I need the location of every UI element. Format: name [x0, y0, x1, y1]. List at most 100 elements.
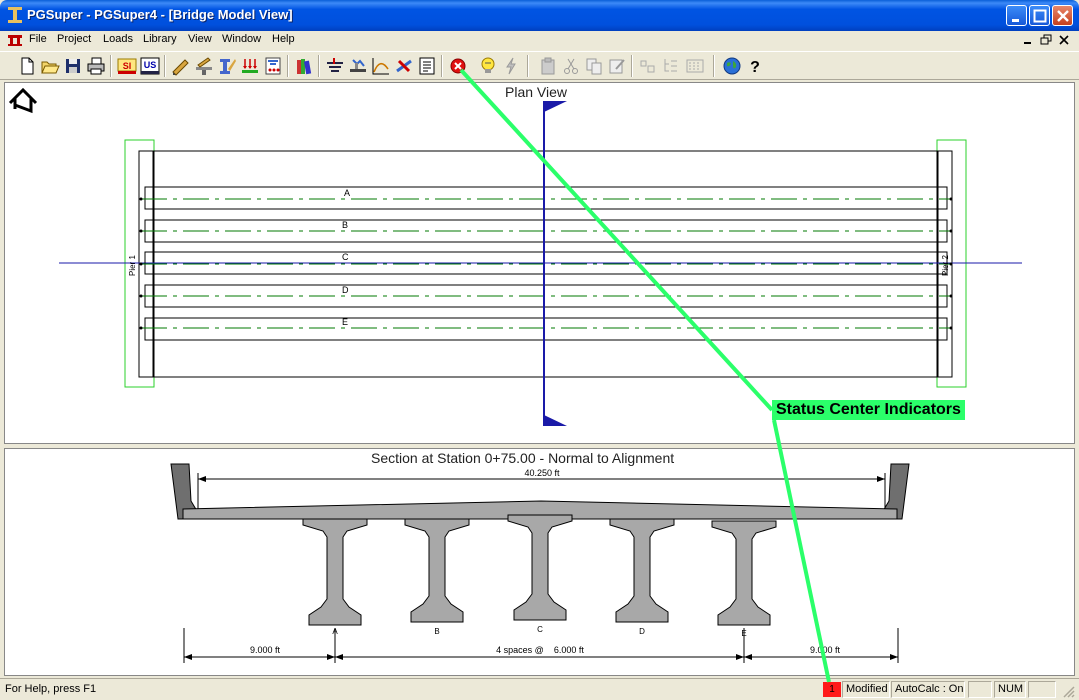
print-button[interactable] — [85, 55, 107, 77]
girder-view-button[interactable] — [324, 55, 346, 77]
lightning-icon — [506, 57, 516, 75]
edit-loads-button[interactable] — [239, 55, 261, 77]
section-girder-d[interactable] — [609, 518, 675, 623]
si-units-button[interactable]: SI — [116, 55, 138, 77]
cut-disabled-button[interactable] — [560, 55, 582, 77]
menu-library[interactable]: Library — [143, 33, 177, 45]
menu-file[interactable]: File — [29, 33, 47, 45]
moment-capacity-button[interactable] — [393, 55, 415, 77]
stability-graph-button[interactable] — [370, 55, 392, 77]
mdi-minimize-icon[interactable] — [1021, 33, 1035, 47]
status-center-icon — [450, 58, 466, 74]
status-bar: For Help, press F1 1 Modified AutoCalc :… — [0, 678, 1079, 700]
toolbar: SI US ? — [0, 51, 1079, 80]
report-button[interactable] — [416, 55, 438, 77]
list-disabled-button[interactable] — [684, 55, 706, 77]
girder-label-e: E — [342, 317, 348, 327]
section-girder-label-b: B — [434, 627, 439, 636]
menu-window[interactable]: Window — [222, 33, 261, 45]
analysis-results-button[interactable] — [347, 55, 369, 77]
north-arrow-icon[interactable] — [8, 87, 38, 114]
section-girder-label-c: C — [537, 625, 543, 634]
girder-e[interactable] — [139, 317, 953, 341]
section-girder-c[interactable] — [507, 514, 573, 621]
mdi-close-icon[interactable] — [1057, 33, 1071, 47]
girder-label-d: D — [342, 285, 349, 295]
pier-1-label: Pier 1 — [128, 255, 137, 276]
us-units-icon: US — [140, 57, 160, 75]
moment-capacity-icon — [396, 59, 412, 73]
menu-loads[interactable]: Loads — [103, 33, 133, 45]
tree-disabled-button[interactable] — [660, 55, 682, 77]
edit-bridge-icon — [172, 59, 189, 76]
library-books-icon — [297, 59, 312, 75]
menu-view[interactable]: View — [188, 33, 212, 45]
mdi-restore-icon[interactable] — [1039, 33, 1053, 47]
section-view-title: Section at Station 0+75.00 - Normal to A… — [371, 450, 675, 466]
left-overhang-label: 9.000 ft — [250, 645, 281, 655]
window-title: PGSuper - PGSuper4 - [Bridge Model View] — [27, 7, 293, 22]
deck-width-label: 40.250 ft — [524, 468, 560, 478]
printer-icon — [87, 57, 105, 75]
library-button[interactable] — [293, 55, 315, 77]
auto-calc-button[interactable] — [477, 55, 499, 77]
girder-a[interactable] — [139, 186, 953, 210]
status-num: NUM — [994, 681, 1026, 698]
save-disk-icon — [66, 59, 80, 73]
status-autocalc[interactable]: AutoCalc : On — [891, 681, 965, 698]
title-bar: PGSuper - PGSuper4 - [Bridge Model View] — [0, 0, 1079, 31]
section-girder-label-e: E — [741, 629, 746, 638]
girder-d[interactable] — [139, 284, 953, 308]
edit-bridge-button[interactable] — [170, 55, 192, 77]
status-center-indicator[interactable]: 1 — [823, 682, 841, 697]
loads-icon — [242, 59, 258, 73]
us-units-button[interactable]: US — [139, 55, 161, 77]
edit-girder-button[interactable] — [216, 55, 238, 77]
graph-icon — [372, 58, 389, 75]
girder-view-icon — [327, 58, 343, 72]
list-icon — [686, 59, 704, 73]
pier-2-label: Pier 2 — [941, 255, 950, 276]
status-empty-pane — [968, 681, 992, 698]
status-center-button[interactable] — [447, 55, 469, 77]
save-button[interactable] — [62, 55, 84, 77]
clipboard-icon — [541, 57, 555, 75]
section-girder-label-d: D — [639, 627, 645, 636]
open-file-button[interactable] — [39, 55, 61, 77]
align-left-disabled-button[interactable] — [637, 55, 659, 77]
close-button[interactable] — [1052, 5, 1073, 26]
help-button[interactable]: ? — [744, 55, 766, 77]
section-girder-a[interactable] — [302, 518, 368, 626]
maximize-button[interactable] — [1029, 5, 1050, 26]
section-girder-e[interactable] — [711, 520, 777, 626]
paste-disabled-button[interactable] — [537, 55, 559, 77]
open-folder-icon — [41, 61, 60, 74]
section-girder-label-a: A — [332, 627, 338, 636]
minimize-button[interactable] — [1006, 5, 1027, 26]
menu-help[interactable]: Help — [272, 33, 295, 45]
globe-icon — [723, 57, 741, 75]
new-file-button[interactable] — [16, 55, 38, 77]
copy-disabled-button[interactable] — [583, 55, 605, 77]
edit-page-icon — [609, 59, 625, 74]
si-units-label: SI — [123, 61, 132, 71]
section-view[interactable]: 40.250 ft 9.000 ft 4 spaces @ 6.000 ft 9… — [4, 448, 1075, 676]
analysis-results-icon — [350, 59, 366, 72]
edit-strands-button[interactable] — [262, 55, 284, 77]
section-girder-b[interactable] — [404, 518, 470, 623]
pgsuper-app-icon — [8, 7, 22, 23]
website-button[interactable] — [721, 55, 743, 77]
tree-icon — [664, 59, 677, 72]
si-units-icon: SI — [117, 58, 137, 74]
resize-grip-icon[interactable] — [1062, 685, 1076, 699]
menu-bar: File Project Loads Library View Window H… — [0, 31, 1079, 50]
update-now-button[interactable] — [500, 55, 522, 77]
girder-b[interactable] — [139, 219, 953, 243]
plan-view[interactable]: A B C D E Pier 1 Pier 2 Plan View — [4, 82, 1075, 444]
edit-disabled-button[interactable] — [606, 55, 628, 77]
edit-pier-button[interactable] — [193, 55, 215, 77]
document-icon[interactable] — [7, 33, 23, 48]
menu-project[interactable]: Project — [57, 33, 91, 45]
align-icon — [640, 60, 655, 73]
new-file-icon — [21, 57, 34, 75]
